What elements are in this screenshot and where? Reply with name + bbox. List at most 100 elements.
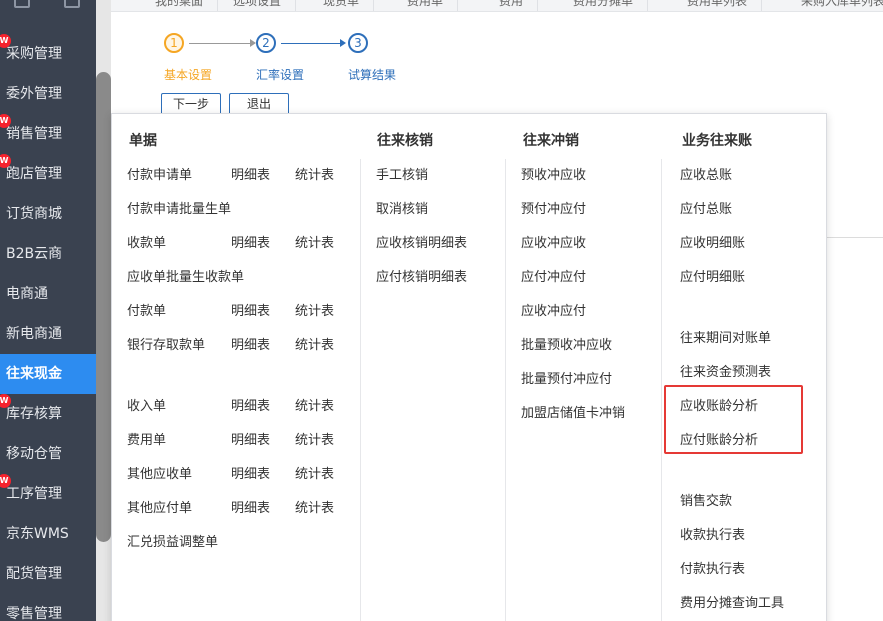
column-header-write-off: 往来核销 — [377, 133, 433, 149]
menu-item[interactable]: 手工核销 — [376, 164, 428, 183]
column-separator — [661, 159, 662, 621]
summary-report-link[interactable]: 统计表 — [295, 395, 334, 414]
tab-expense[interactable]: 费用单 — [393, 0, 459, 11]
scrollbar-thumb[interactable] — [96, 72, 111, 542]
menu-item[interactable]: 应收冲应付 — [521, 300, 586, 319]
menu-item[interactable]: 加盟店储值卡冲销 — [521, 402, 625, 421]
sidebar-item[interactable]: W 库存核算 — [0, 394, 96, 434]
menu-item[interactable]: 收款单 — [127, 232, 166, 251]
menu-item[interactable]: 付款申请单 — [127, 164, 192, 183]
menu-panel: 单据 往来核销 往来冲销 业务往来账 付款申请单 明细表 统计表 付款申请批量生单 收款… — [111, 113, 827, 621]
tab-options[interactable]: 选项设置 — [219, 0, 297, 11]
menu-item[interactable]: 应付核销明细表 — [376, 266, 467, 285]
sidebar-item[interactable]: 委外管理 — [0, 74, 96, 114]
menu-item[interactable]: 其他应付单 — [127, 497, 192, 516]
detail-report-link[interactable]: 明细表 — [231, 164, 270, 183]
sidebar-item[interactable]: 订货商城 — [0, 194, 96, 234]
menu-item[interactable]: 应付明细账 — [680, 266, 745, 285]
menu-item[interactable]: 应付冲应付 — [521, 266, 586, 285]
tab-fee[interactable]: 费用 — [485, 0, 539, 11]
menu-item[interactable]: 其他应收单 — [127, 463, 192, 482]
tab-desktop[interactable]: 我的桌面 — [141, 0, 219, 11]
tab-purchase-list[interactable]: 采购入库单列表 — [787, 0, 883, 11]
summary-report-link[interactable]: 统计表 — [295, 232, 334, 251]
sidebar-item-label: 采购管理 — [6, 46, 62, 62]
new-window-icon[interactable] — [64, 0, 80, 8]
step-3-label: 试算结果 — [348, 68, 397, 82]
tab-expense-list[interactable]: 费用单列表 — [673, 0, 763, 11]
sidebar-item[interactable]: B2B云商 — [0, 234, 96, 274]
column-separator — [505, 159, 506, 621]
summary-report-link[interactable]: 统计表 — [295, 164, 334, 183]
sidebar-item-label: 电商通 — [6, 286, 48, 302]
menu-item[interactable]: 应收核销明细表 — [376, 232, 467, 251]
sidebar-item[interactable]: 移动仓管 — [0, 434, 96, 474]
menu-item[interactable]: 汇兑损益调整单 — [127, 531, 218, 550]
menu-item[interactable]: 应收明细账 — [680, 232, 745, 251]
menu-item[interactable]: 预收冲应收 — [521, 164, 586, 183]
menu-item[interactable]: 批量预付冲应付 — [521, 368, 612, 387]
step-1-label: 基本设置 — [164, 68, 213, 82]
menu-item[interactable]: 往来资金预测表 — [680, 361, 771, 380]
step-1-circle: 1 — [164, 33, 184, 53]
sidebar-item-label: 新电商通 — [6, 326, 62, 342]
menu-item[interactable]: 往来期间对账单 — [680, 327, 771, 346]
exit-button[interactable]: 退出 — [229, 93, 289, 115]
menu-item[interactable]: 收款执行表 — [680, 524, 745, 543]
menu-item[interactable]: 付款单 — [127, 300, 166, 319]
sidebar-item[interactable]: W 销售管理 — [0, 114, 96, 154]
detail-report-link[interactable]: 明细表 — [231, 232, 270, 251]
summary-report-link[interactable]: 统计表 — [295, 300, 334, 319]
sidebar-item[interactable]: W 采购管理 — [0, 34, 96, 74]
menu-item[interactable]: 费用分摊查询工具 — [680, 592, 784, 611]
detail-report-link[interactable]: 明细表 — [231, 429, 270, 448]
summary-report-link[interactable]: 统计表 — [295, 429, 334, 448]
sidebar-item-label: 配货管理 — [6, 566, 62, 582]
sidebar-item[interactable]: W 工序管理 — [0, 474, 96, 514]
step-connector — [189, 43, 253, 44]
sidebar-item-label: 库存核算 — [6, 406, 62, 422]
sidebar-item-label: 零售管理 — [6, 606, 62, 621]
summary-report-link[interactable]: 统计表 — [295, 463, 334, 482]
sidebar-item-label: 跑店管理 — [6, 166, 62, 182]
sidebar-item[interactable]: 配货管理 — [0, 554, 96, 594]
sidebar-item[interactable]: 电商通 — [0, 274, 96, 314]
detail-report-link[interactable]: 明细表 — [231, 497, 270, 516]
arrow-right-icon — [340, 39, 346, 47]
sidebar-item[interactable]: 京东WMS — [0, 514, 96, 554]
step-3-circle: 3 — [348, 33, 368, 53]
menu-item[interactable]: 预付冲应付 — [521, 198, 586, 217]
menu-item[interactable]: 批量预收冲应收 — [521, 334, 612, 353]
menu-item[interactable]: 费用单 — [127, 429, 166, 448]
detail-report-link[interactable]: 明细表 — [231, 463, 270, 482]
detail-report-link[interactable]: 明细表 — [231, 300, 270, 319]
detail-report-link[interactable]: 明细表 — [231, 334, 270, 353]
menu-item[interactable]: 收入单 — [127, 395, 166, 414]
column-header-documents: 单据 — [129, 133, 157, 149]
menu-item[interactable]: 付款执行表 — [680, 558, 745, 577]
menu-item[interactable]: 付款申请批量生单 — [127, 198, 231, 217]
sidebar-item-label: 京东WMS — [6, 526, 69, 542]
menu-item[interactable]: 应收冲应收 — [521, 232, 586, 251]
sidebar-item[interactable]: 新电商通 — [0, 314, 96, 354]
step-2-circle: 2 — [256, 33, 276, 53]
next-step-button[interactable]: 下一步 — [161, 93, 221, 115]
sidebar-item[interactable]: 零售管理 — [0, 594, 96, 621]
collapse-icon[interactable] — [14, 0, 30, 8]
menu-item[interactable]: 取消核销 — [376, 198, 428, 217]
menu-item[interactable]: 销售交款 — [680, 490, 732, 509]
sidebar-scrollbar[interactable] — [96, 0, 111, 621]
menu-item[interactable]: 银行存取款单 — [127, 334, 205, 353]
column-separator — [360, 159, 361, 621]
tab-goods[interactable]: 现货单 — [309, 0, 375, 11]
sidebar-item-label: 往来现金 — [6, 366, 62, 382]
tab-allocation[interactable]: 费用分摊单 — [559, 0, 649, 11]
summary-report-link[interactable]: 统计表 — [295, 334, 334, 353]
detail-report-link[interactable]: 明细表 — [231, 395, 270, 414]
summary-report-link[interactable]: 统计表 — [295, 497, 334, 516]
sidebar-item[interactable]: 往来现金 — [0, 354, 96, 394]
sidebar-item[interactable]: W 跑店管理 — [0, 154, 96, 194]
menu-item[interactable]: 应付总账 — [680, 198, 732, 217]
menu-item[interactable]: 应收单批量生收款单 — [127, 266, 244, 285]
menu-item[interactable]: 应收总账 — [680, 164, 732, 183]
